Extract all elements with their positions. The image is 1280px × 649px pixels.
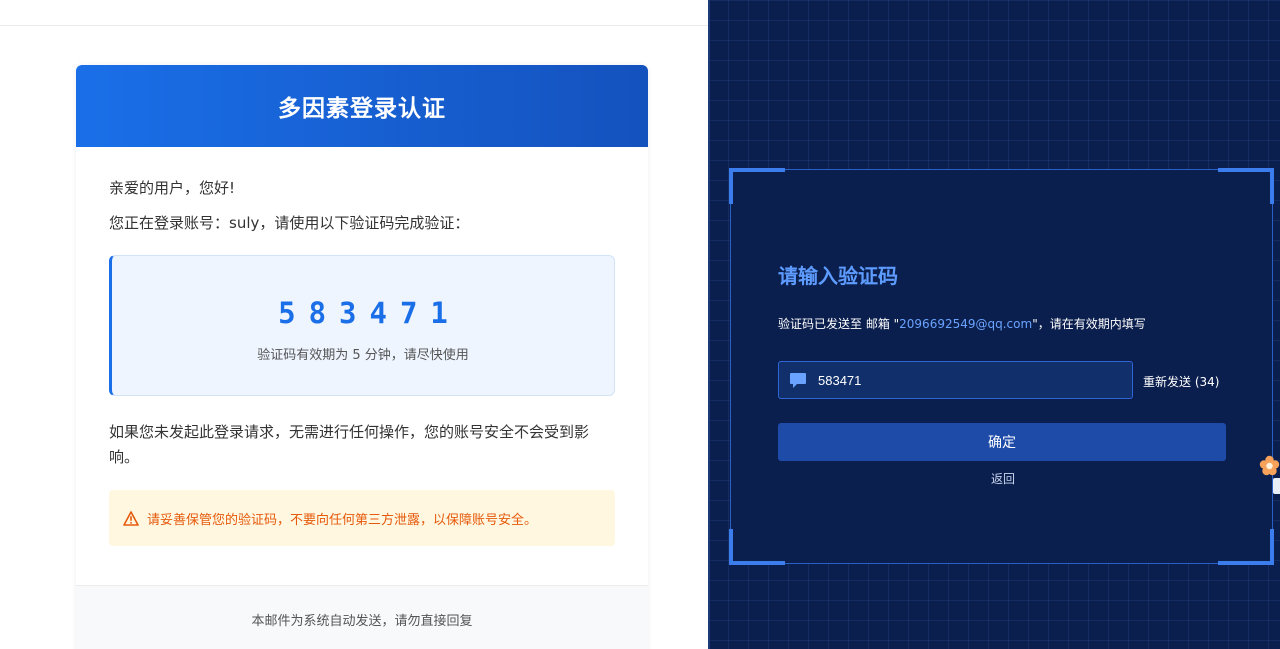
desc-email: 2096692549@qq.com	[899, 317, 1033, 331]
warning-text: 请妥善保管您的验证码，不要向任何第三方泄露，以保障账号安全。	[147, 512, 538, 528]
email-preview-pane: 多因素登录认证 亲爱的用户，您好! 您正在登录账号：suly，请使用以下验证码完…	[0, 0, 708, 649]
resend-button[interactable]: 重新发送 (34)	[1143, 373, 1219, 390]
security-notice: 如果您未发起此登录请求，无需进行任何操作，您的账号安全不会受到影响。	[109, 423, 590, 466]
verification-code: 583471	[278, 296, 461, 330]
warning-triangle-icon	[123, 510, 139, 526]
verification-panel: 请输入验证码 验证码已发送至 邮箱 "2096692549@qq.com"，请在…	[729, 168, 1274, 565]
email-intro: 您正在登录账号：suly，请使用以下验证码完成验证：	[109, 214, 470, 232]
toolbar-divider	[0, 25, 708, 26]
desc-prefix: 验证码已发送至 邮箱 "	[778, 317, 900, 331]
email-body: 亲爱的用户，您好! 您正在登录账号：suly，请使用以下验证码完成验证： 583…	[76, 147, 648, 546]
corner-decoration	[1218, 529, 1274, 565]
email-footer: 本邮件为系统自动发送，请勿直接回复	[76, 585, 648, 649]
warning-banner: 请妥善保管您的验证码，不要向任何第三方泄露，以保障账号安全。	[109, 490, 615, 546]
chat-bubble-icon	[790, 372, 806, 388]
email-header: 多因素登录认证	[76, 65, 648, 147]
verification-description: 验证码已发送至 邮箱 "2096692549@qq.com"，请在有效期内填写	[778, 315, 1146, 332]
confirm-button[interactable]: 确定	[778, 423, 1226, 461]
email-card: 多因素登录认证 亲爱的用户，您好! 您正在登录账号：suly，请使用以下验证码完…	[76, 65, 648, 649]
code-input-field[interactable]	[778, 361, 1133, 399]
side-widget-tab[interactable]	[1273, 478, 1280, 494]
verification-title: 请输入验证码	[778, 264, 898, 288]
code-input[interactable]	[818, 372, 1118, 388]
back-link[interactable]: 返回	[991, 470, 1015, 487]
verification-pane: 请输入验证码 验证码已发送至 邮箱 "2096692549@qq.com"，请在…	[708, 0, 1280, 649]
flower-icon[interactable]	[1259, 455, 1280, 477]
code-validity-note: 验证码有效期为 5 分钟，请尽快使用	[257, 348, 469, 363]
pane-divider	[708, 0, 710, 649]
corner-decoration	[1218, 168, 1274, 204]
desc-suffix: "，请在有效期内填写	[1032, 317, 1146, 331]
corner-decoration	[729, 168, 785, 204]
email-greeting: 亲爱的用户，您好!	[109, 179, 236, 197]
email-title: 多因素登录认证	[278, 96, 446, 122]
code-box: 583471 验证码有效期为 5 分钟，请尽快使用	[109, 255, 615, 396]
corner-decoration	[729, 529, 785, 565]
